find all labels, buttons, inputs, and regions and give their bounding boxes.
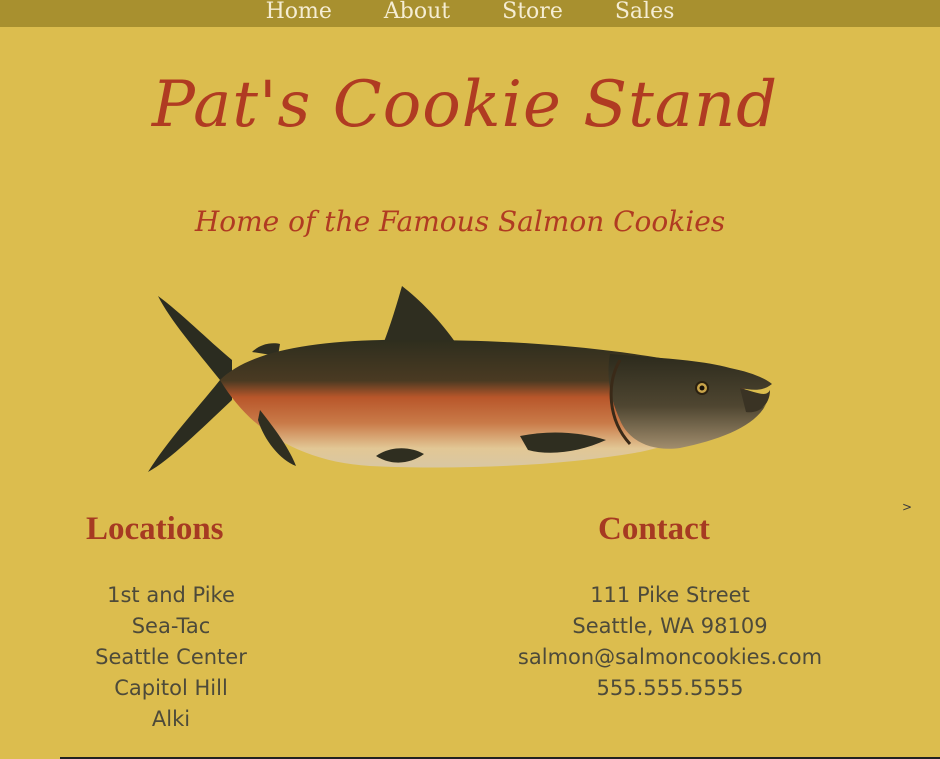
locations-heading: Locations: [86, 511, 224, 547]
location-item: Capitol Hill: [114, 676, 228, 700]
nav-about-link[interactable]: About: [384, 0, 450, 24]
top-nav: Home About Store Sales: [0, 0, 940, 27]
location-item: Seattle Center: [95, 645, 247, 669]
contact-phone: 555.555.5555: [596, 676, 744, 700]
contact-email: salmon@salmoncookies.com: [517, 645, 823, 669]
nav-store-link[interactable]: Store: [502, 0, 563, 24]
location-item: 1st and Pike: [107, 583, 235, 607]
slider-next-arrow[interactable]: >: [902, 500, 912, 514]
location-item: Alki: [151, 707, 191, 731]
nav-sales-link[interactable]: Sales: [615, 0, 675, 24]
contact-heading: Contact: [598, 511, 710, 547]
contact-address-line2: Seattle, WA 98109: [572, 614, 768, 638]
contact-list: 111 Pike Street Seattle, WA 98109 salmon…: [470, 580, 870, 704]
location-item: Sea-Tac: [131, 614, 211, 638]
locations-list: 1st and Pike Sea-Tac Seattle Center Capi…: [60, 580, 282, 735]
contact-address-line1: 111 Pike Street: [590, 583, 750, 607]
page-title: Pat's Cookie Stand: [151, 68, 779, 142]
nav-home-link[interactable]: Home: [266, 0, 332, 24]
page-subtitle: Home of the Famous Salmon Cookies: [194, 205, 726, 238]
salmon-illustration: [148, 286, 772, 472]
